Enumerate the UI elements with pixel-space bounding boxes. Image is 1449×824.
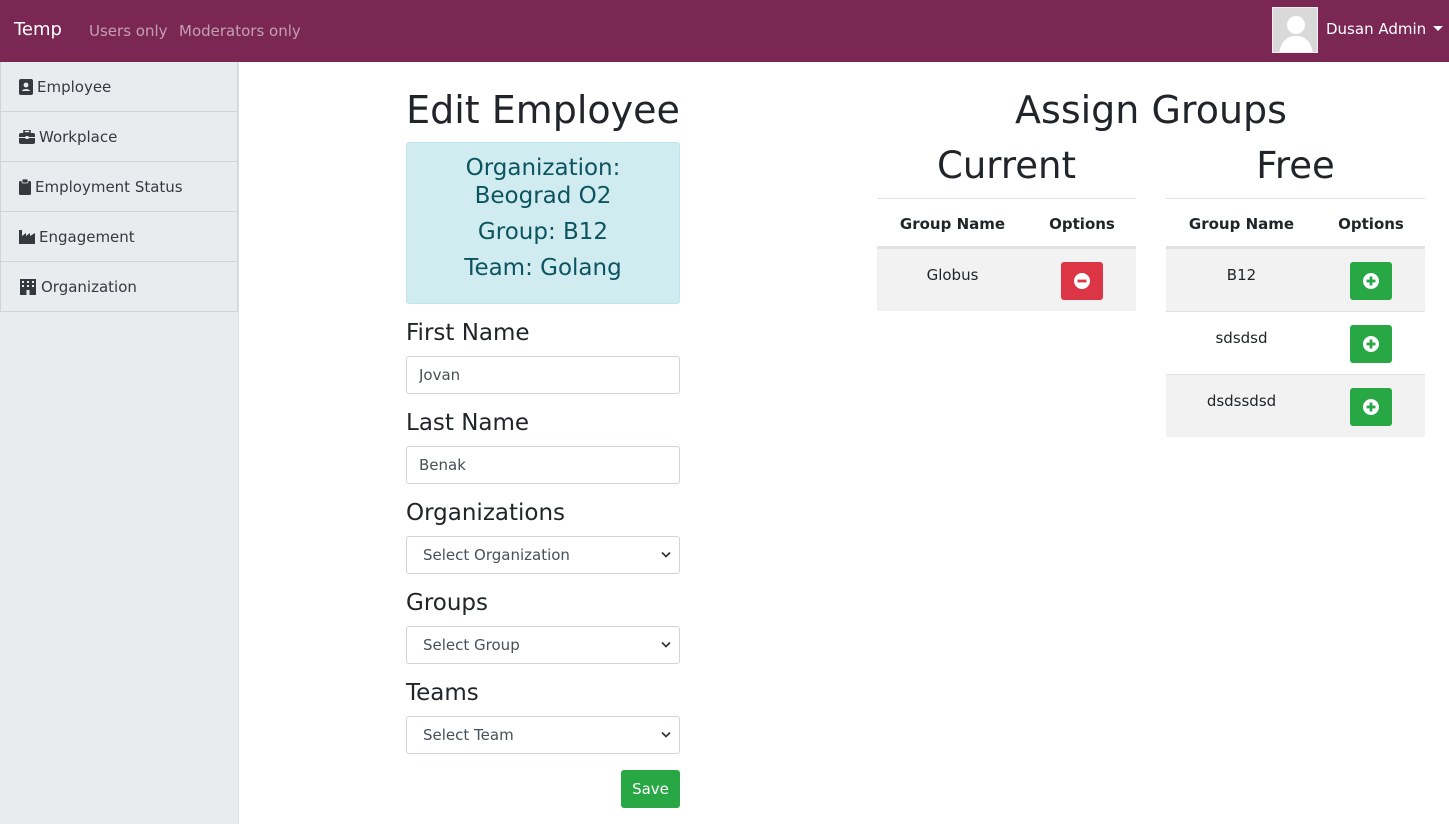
group-select[interactable]: Select Group bbox=[406, 626, 680, 664]
table-row: B12 bbox=[1166, 248, 1425, 311]
minus-circle-icon bbox=[1074, 273, 1090, 289]
organizations-label: Organizations bbox=[406, 500, 566, 526]
top-navbar: Temp Users only Moderators only Dusan Ad… bbox=[0, 0, 1449, 62]
chevron-down-icon bbox=[661, 641, 671, 648]
industry-icon bbox=[19, 229, 35, 244]
remove-group-button[interactable] bbox=[1061, 262, 1103, 300]
sidebar-item-label: Workplace bbox=[39, 127, 118, 146]
plus-circle-icon bbox=[1363, 399, 1379, 415]
sidebar-item-engagement[interactable]: Engagement bbox=[0, 212, 238, 262]
chevron-down-icon bbox=[661, 731, 671, 738]
first-name-label: First Name bbox=[406, 320, 530, 346]
info-team: Team: Golang bbox=[464, 255, 622, 281]
sidebar-item-label: Engagement bbox=[39, 227, 135, 246]
group-name-cell: B12 bbox=[1226, 266, 1257, 284]
table-header: Group Name Options bbox=[1166, 198, 1425, 248]
brand-link[interactable]: Temp bbox=[14, 19, 62, 40]
sidebar-item-workplace[interactable]: Workplace bbox=[0, 112, 238, 162]
sidebar-item-employee[interactable]: Employee bbox=[0, 62, 238, 112]
user-silhouette-icon bbox=[1273, 8, 1317, 52]
sidebar-item-organization[interactable]: Organization bbox=[0, 262, 238, 312]
user-menu-toggle[interactable]: Dusan Admin bbox=[1326, 20, 1444, 38]
building-icon bbox=[20, 278, 36, 295]
table-row: dsdssdsd bbox=[1166, 374, 1425, 437]
id-card-icon bbox=[19, 78, 33, 95]
column-header-options: Options bbox=[1338, 215, 1404, 233]
current-groups-title: Current bbox=[937, 144, 1076, 187]
save-button[interactable]: Save bbox=[621, 770, 680, 808]
team-select-value: Select Team bbox=[423, 726, 514, 744]
caret-down-icon bbox=[1433, 26, 1444, 31]
sidebar-item-label: Employee bbox=[37, 77, 112, 96]
group-select-value: Select Group bbox=[423, 636, 520, 654]
table-row: Globus bbox=[877, 248, 1136, 311]
sidebar: Employee Workplace Employment Status Eng… bbox=[0, 62, 239, 824]
edit-employee-title: Edit Employee bbox=[406, 88, 680, 132]
user-name: Dusan Admin bbox=[1326, 20, 1427, 38]
group-name-cell: Globus bbox=[926, 266, 979, 284]
column-header-group-name: Group Name bbox=[899, 215, 1006, 233]
add-group-button[interactable] bbox=[1350, 262, 1392, 300]
chevron-down-icon bbox=[661, 551, 671, 558]
sidebar-item-employment-status[interactable]: Employment Status bbox=[0, 162, 238, 212]
table-row: sdsdsd bbox=[1166, 311, 1425, 374]
organization-select-value: Select Organization bbox=[423, 546, 570, 564]
plus-circle-icon bbox=[1363, 273, 1379, 289]
info-group: Group: B12 bbox=[477, 219, 609, 245]
sidebar-item-label: Employment Status bbox=[35, 177, 183, 196]
nav-users-only-link[interactable]: Users only bbox=[89, 22, 168, 40]
add-group-button[interactable] bbox=[1350, 325, 1392, 363]
free-groups-table: Group Name Options B12 sdsdsd dsdssdsd bbox=[1166, 198, 1425, 437]
teams-label: Teams bbox=[406, 680, 479, 706]
last-name-field[interactable] bbox=[406, 446, 680, 484]
table-header: Group Name Options bbox=[877, 198, 1136, 248]
add-group-button[interactable] bbox=[1350, 388, 1392, 426]
plus-circle-icon bbox=[1363, 336, 1379, 352]
current-groups-table: Group Name Options Globus bbox=[877, 198, 1136, 311]
avatar[interactable] bbox=[1272, 7, 1318, 53]
last-name-label: Last Name bbox=[406, 410, 530, 436]
clipboard-icon bbox=[19, 178, 31, 195]
free-groups-title: Free bbox=[1256, 144, 1335, 187]
assign-groups-title: Assign Groups bbox=[1015, 88, 1287, 132]
info-organization-label: Organization: bbox=[465, 155, 621, 181]
column-header-options: Options bbox=[1049, 215, 1115, 233]
team-select[interactable]: Select Team bbox=[406, 716, 680, 754]
group-name-cell: sdsdsd bbox=[1215, 329, 1268, 347]
briefcase-icon bbox=[19, 129, 35, 144]
first-name-field[interactable] bbox=[406, 356, 680, 394]
info-organization-value: Beograd O2 bbox=[474, 183, 612, 209]
sidebar-item-label: Organization bbox=[41, 277, 137, 296]
group-name-cell: dsdssdsd bbox=[1206, 392, 1277, 410]
organization-select[interactable]: Select Organization bbox=[406, 536, 680, 574]
employee-info-alert: Organization: Beograd O2 Group: B12 Team… bbox=[406, 142, 680, 304]
column-header-group-name: Group Name bbox=[1188, 215, 1295, 233]
groups-label: Groups bbox=[406, 590, 489, 616]
nav-moderators-only-link[interactable]: Moderators only bbox=[179, 22, 301, 40]
